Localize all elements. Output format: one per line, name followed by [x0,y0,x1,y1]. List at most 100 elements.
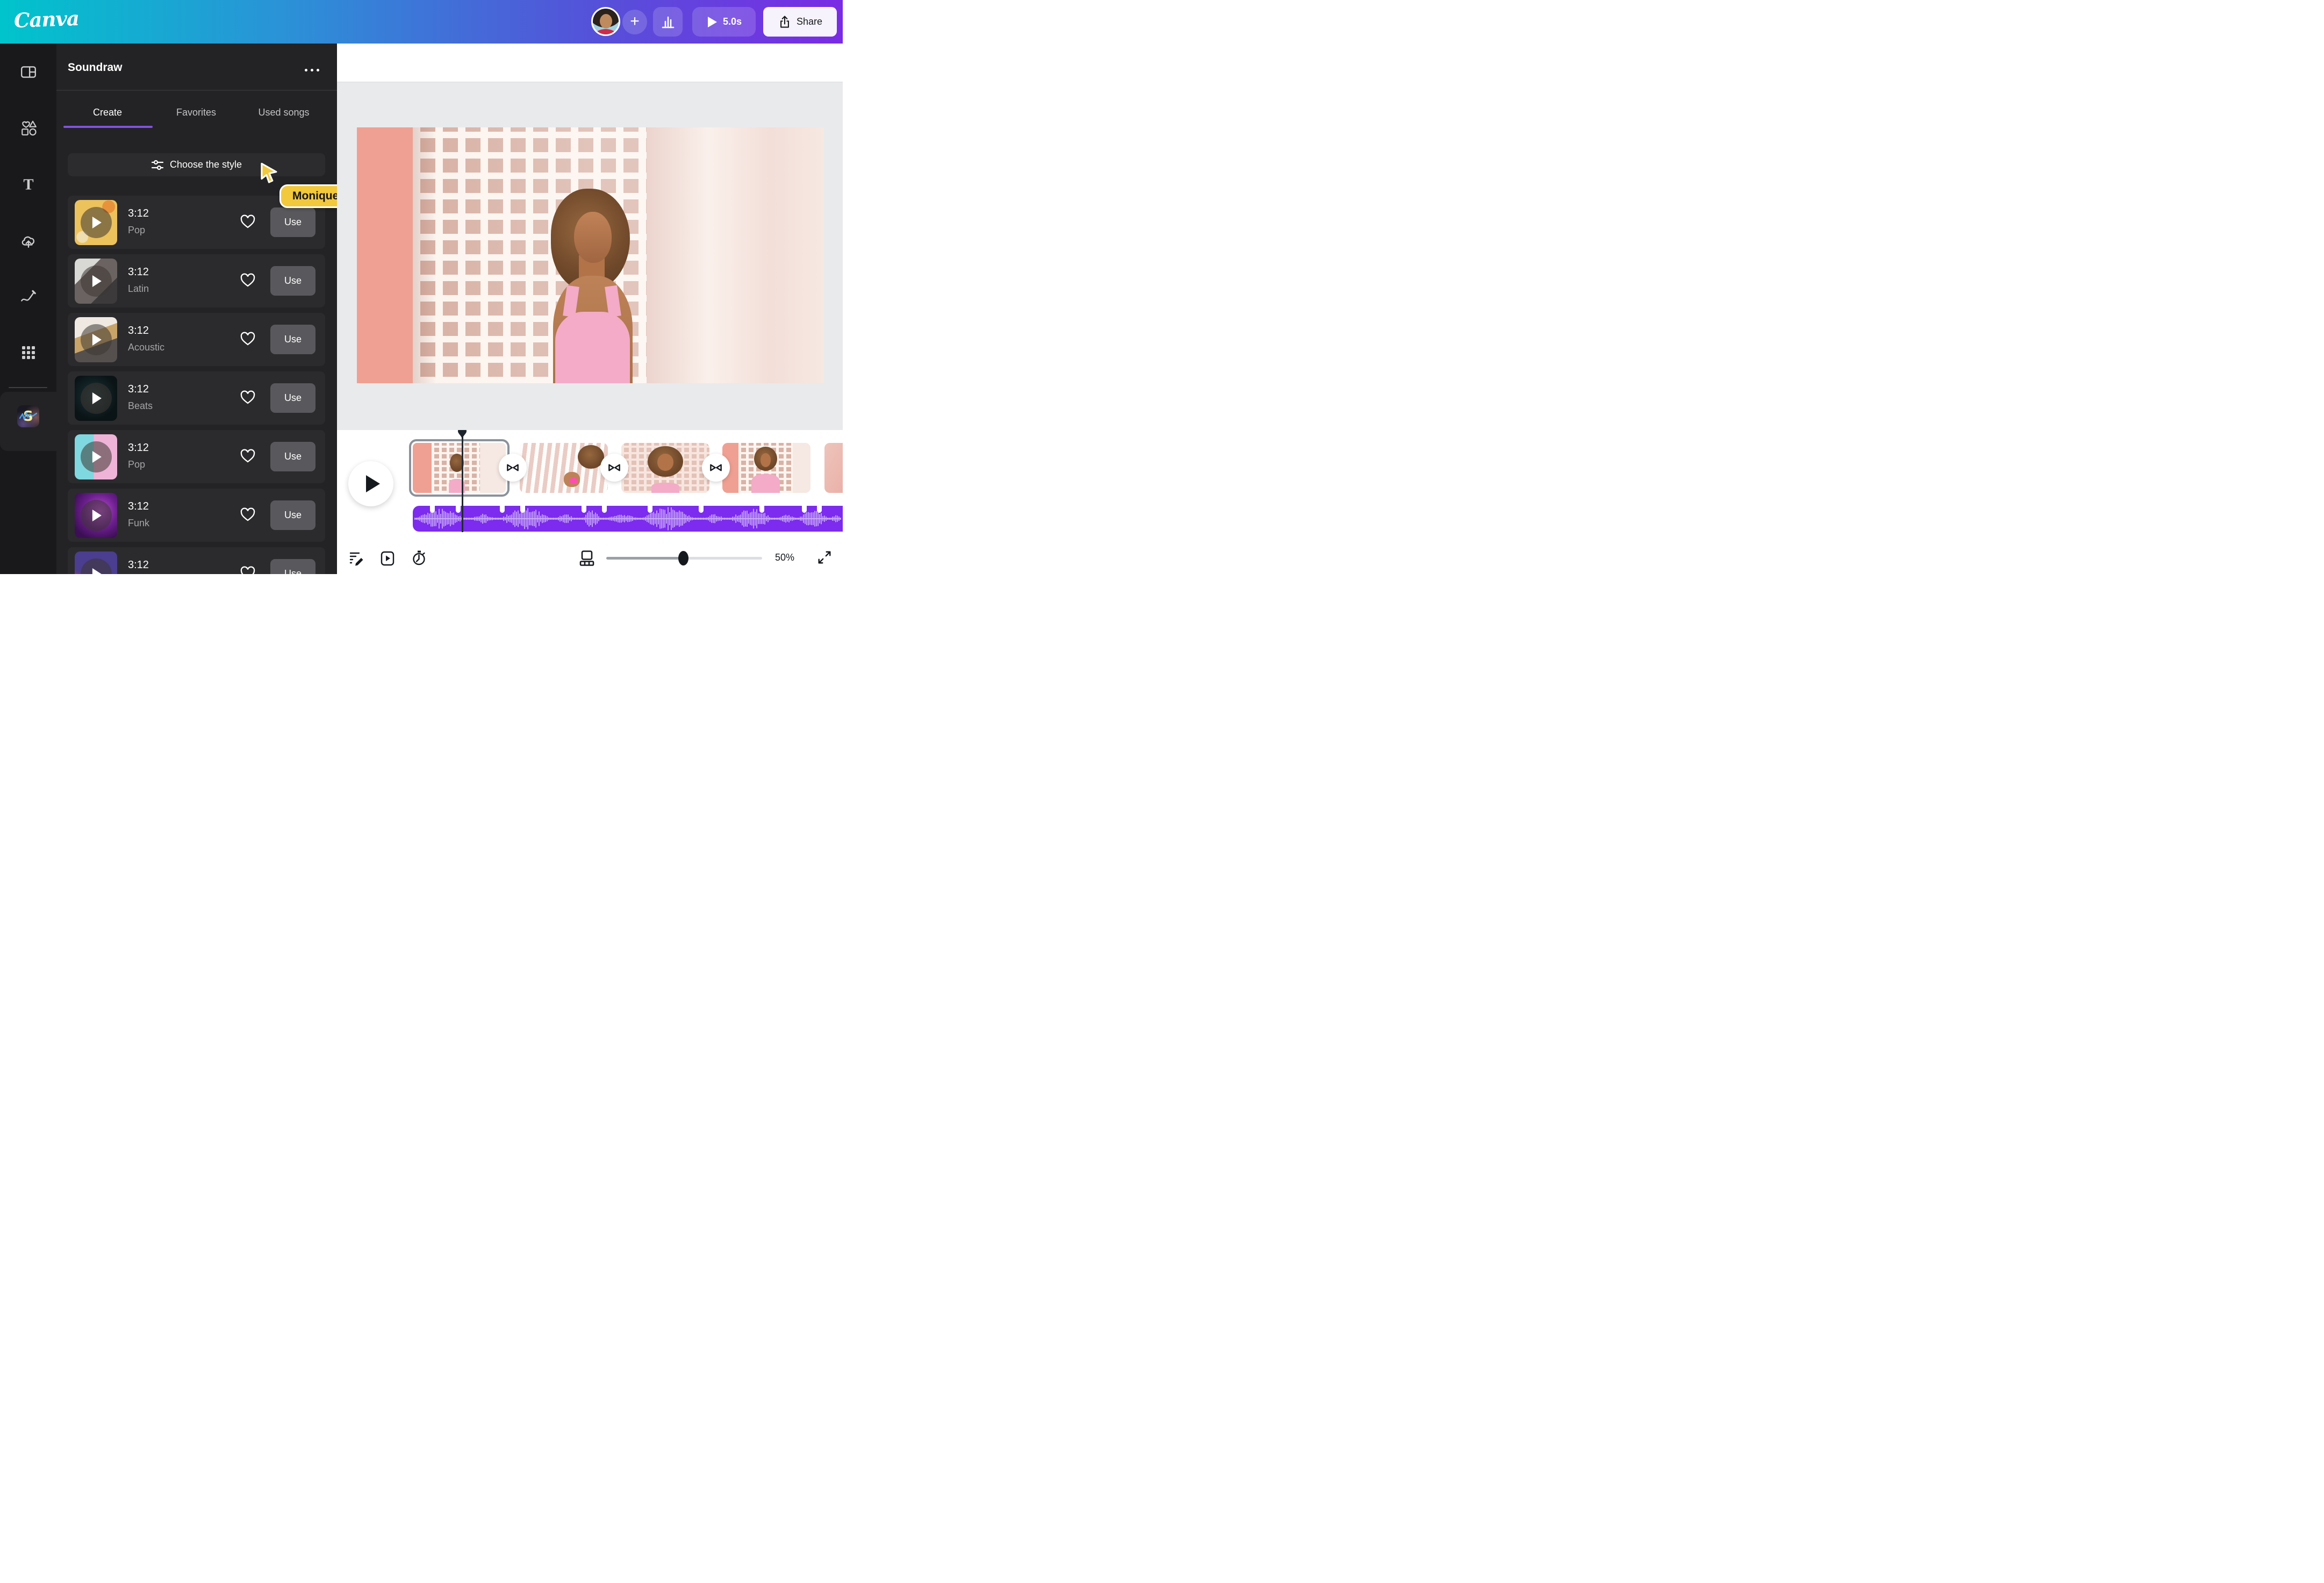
photo-woman-pink-top [555,312,630,383]
song-row: 3:12 Beats Use [68,371,325,425]
notes-button[interactable] [349,550,365,566]
timeline-clip[interactable] [621,443,709,493]
sidebar-item-uploads[interactable] [0,224,56,258]
waveform-section-notch [759,506,764,513]
video-preview-button[interactable] [379,550,396,566]
duration-stopwatch-button[interactable] [411,550,427,566]
photo-wall-left [357,127,413,383]
use-song-button[interactable]: Use [270,207,315,237]
song-row: 3:12 Acoustic Use [68,313,325,366]
preview-play-button[interactable]: 5.0s [692,7,756,37]
svg-text:T: T [23,176,33,193]
transition-button[interactable] [499,454,527,482]
fullscreen-icon[interactable] [817,550,832,565]
use-song-button[interactable]: Use [270,559,315,574]
more-options-button[interactable] [305,65,326,75]
favorite-heart-icon[interactable] [240,390,256,405]
add-collaborator-button[interactable]: + [622,10,647,34]
sidebar-item-apps[interactable] [0,335,56,370]
video-page-preview[interactable] [357,127,824,383]
song-thumbnail-play[interactable] [75,317,117,362]
song-thumbnail-play[interactable] [75,434,117,479]
playhead-line [462,435,463,532]
insights-button[interactable] [653,7,683,37]
waveform-graphic [413,506,843,532]
zoom-percent[interactable]: 50% [775,552,794,563]
transition-bowtie-icon [607,460,622,475]
song-thumbnail-play[interactable] [75,493,117,538]
song-genre: Pop [128,459,145,470]
elements-icon [20,119,37,137]
transition-button[interactable] [600,454,628,482]
avatar[interactable] [591,7,620,36]
favorite-heart-icon[interactable] [240,331,256,346]
use-song-button[interactable]: Use [270,266,315,296]
song-duration: 3:12 [128,325,149,337]
sidebar-item-draw[interactable] [0,279,56,313]
song-genre: Latin [128,283,149,295]
tab-favorites[interactable]: Favorites [176,107,216,118]
song-duration: 3:12 [128,442,149,454]
avatar-face [600,14,612,28]
waveform-section-notch [456,506,461,513]
soundraw-wave-icon [19,411,38,421]
tab-used-songs[interactable]: Used songs [258,107,309,118]
waveform-section-notch [602,506,607,513]
photo-wall-right [647,127,824,383]
sidebar-item-text[interactable]: T [0,167,56,202]
waveform-section-notch [520,506,525,513]
song-thumbnail-play[interactable] [75,200,117,245]
timeline-clip[interactable] [722,443,810,493]
zoom-slider-knob[interactable] [678,551,688,565]
playhead-handle[interactable] [458,430,467,439]
apps-grid-icon [20,345,37,361]
sidebar-rail: T S [0,44,56,574]
use-song-button[interactable]: Use [270,500,315,530]
draw-icon [19,287,38,305]
play-icon [92,275,101,287]
waveform-section-notch [802,506,807,513]
sidebar-item-elements[interactable] [0,111,56,145]
song-duration: 3:12 [128,383,149,396]
waveform-section-notch [699,506,704,513]
waveform-section-notch [582,506,586,513]
bar-chart-icon [660,14,676,30]
song-thumbnail-play[interactable] [75,376,117,421]
canva-logo[interactable]: Canva [13,6,79,32]
song-thumbnail-play[interactable] [75,259,117,304]
song-row: 3:12 Latin Use [68,254,325,307]
favorite-heart-icon[interactable] [240,448,256,463]
audio-track-waveform[interactable] [413,506,843,532]
photo-woman-face [574,212,612,263]
favorite-heart-icon[interactable] [240,214,256,229]
share-button[interactable]: Share [763,7,837,37]
song-thumbnail-play[interactable] [75,551,117,574]
text-icon: T [20,176,37,193]
use-song-button[interactable]: Use [270,325,315,354]
timeline-clip-selected[interactable] [409,439,510,497]
use-song-button[interactable]: Use [270,383,315,413]
favorite-heart-icon[interactable] [240,273,256,288]
more-icon [305,69,307,71]
soundraw-panel: Soundraw Create Favorites Used songs Cho… [56,44,337,574]
sidebar-item-soundraw-app[interactable]: S [17,405,39,427]
song-genre: Funk [128,518,149,529]
waveform-section-notch [648,506,652,513]
sliders-icon [151,159,164,171]
collaborator-name-badge: Monique [279,184,337,208]
sidebar-item-design[interactable] [0,55,56,89]
grid-view-button[interactable] [579,550,595,566]
tab-create[interactable]: Create [93,107,122,118]
transition-button[interactable] [702,454,730,482]
waveform-section-notch [500,506,505,513]
play-icon [92,392,101,404]
timeline-clip[interactable] [520,443,608,493]
timeline-play-button[interactable] [348,461,393,506]
song-genre: Acoustic [128,342,164,353]
zoom-slider-fill [606,557,683,560]
use-song-button[interactable]: Use [270,442,315,471]
timeline-clip[interactable] [824,443,843,493]
favorite-heart-icon[interactable] [240,507,256,522]
favorite-heart-icon[interactable] [240,565,256,574]
choose-style-button[interactable]: Choose the style [68,153,325,176]
